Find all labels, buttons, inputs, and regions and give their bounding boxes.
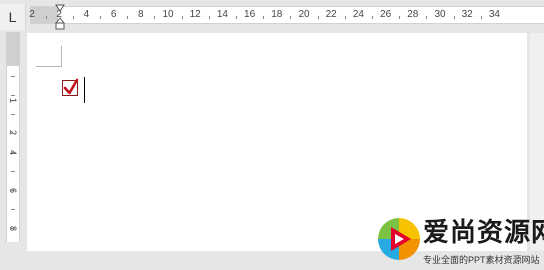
- checkbox-checked-icon[interactable]: [62, 78, 79, 96]
- horizontal-ruler-label: 12: [189, 9, 201, 20]
- vertical-ruler-tick: [11, 190, 15, 191]
- horizontal-ruler-label: 8: [138, 9, 144, 20]
- horizontal-ruler-tick: [208, 16, 210, 19]
- vertical-ruler[interactable]: 12468: [6, 32, 20, 242]
- text-cursor: [84, 77, 85, 103]
- vertical-ruler-tick: [11, 76, 15, 77]
- horizontal-ruler-label: 6: [110, 9, 117, 20]
- horizontal-ruler-tick: [127, 16, 129, 19]
- horizontal-ruler-tick: [290, 16, 292, 19]
- horizontal-ruler-tick: [480, 16, 482, 19]
- horizontal-ruler-label: 24: [352, 9, 364, 20]
- horizontal-ruler-label: 20: [298, 9, 310, 20]
- horizontal-ruler[interactable]: 2 2 4 6 8 10 12 14 16 18 20 22 24 26 28 30 32 34: [29, 6, 544, 24]
- horizontal-ruler-label: 16: [244, 9, 256, 20]
- vertical-ruler-margin-area: [7, 32, 19, 66]
- horizontal-ruler-label: 10: [162, 9, 174, 20]
- horizontal-ruler-tick: [100, 16, 101, 19]
- horizontal-ruler-label: 18: [271, 9, 283, 20]
- horizontal-ruler-tick: [399, 16, 401, 19]
- horizontal-ruler-label: 4: [83, 9, 90, 20]
- horizontal-ruler-bar: L 2 2 4 6 8 10 12 14 16 18 20 22 24 26 28 30 32 34: [0, 0, 544, 32]
- tab-stop-selector[interactable]: L: [0, 4, 26, 30]
- vertical-ruler-tick: [11, 114, 15, 115]
- horizontal-ruler-tick: [181, 16, 183, 19]
- vertical-ruler-label: 2: [8, 130, 18, 140]
- horizontal-ruler-tick: [236, 16, 237, 19]
- tab-stop-selector-label: L: [8, 9, 17, 25]
- horizontal-ruler-tick: [317, 16, 319, 19]
- vertical-ruler-label: 1: [8, 98, 18, 104]
- horizontal-ruler-label: 14: [216, 9, 228, 20]
- vertical-ruler-tick: [11, 209, 15, 210]
- watermark: 爱尚资源网 专业全面的PPT素材资源网站: [376, 214, 544, 270]
- horizontal-ruler-tick: [426, 16, 428, 19]
- play-logo-icon: [378, 218, 420, 260]
- horizontal-ruler-label: 26: [380, 9, 392, 20]
- horizontal-ruler-tick: [263, 16, 265, 19]
- checkmark-icon: [63, 78, 79, 95]
- indent-marker-icon[interactable]: [55, 4, 65, 30]
- horizontal-ruler-label: 34: [488, 9, 500, 20]
- horizontal-ruler-label: 28: [407, 9, 419, 20]
- watermark-subtitle: 专业全面的PPT素材资源网站: [423, 255, 540, 265]
- vertical-ruler-tick: [11, 95, 15, 96]
- horizontal-ruler-tick: [45, 16, 47, 19]
- horizontal-ruler-label: 30: [434, 9, 446, 20]
- horizontal-ruler-tick: [372, 16, 373, 19]
- vertical-ruler-tick: [11, 171, 15, 172]
- horizontal-ruler-tick: [344, 16, 346, 19]
- horizontal-ruler-label: 32: [461, 9, 473, 20]
- vertical-ruler-tick: [11, 228, 15, 229]
- vertical-ruler-tick: [11, 133, 15, 134]
- vertical-ruler-tick: [11, 152, 15, 153]
- horizontal-ruler-tick: [453, 16, 455, 19]
- horizontal-ruler-tick: [154, 16, 156, 19]
- horizontal-ruler-tick: [72, 16, 74, 19]
- horizontal-ruler-label: 2: [29, 9, 35, 20]
- watermark-title: 爱尚资源网: [423, 217, 544, 247]
- horizontal-ruler-label: 22: [325, 9, 337, 20]
